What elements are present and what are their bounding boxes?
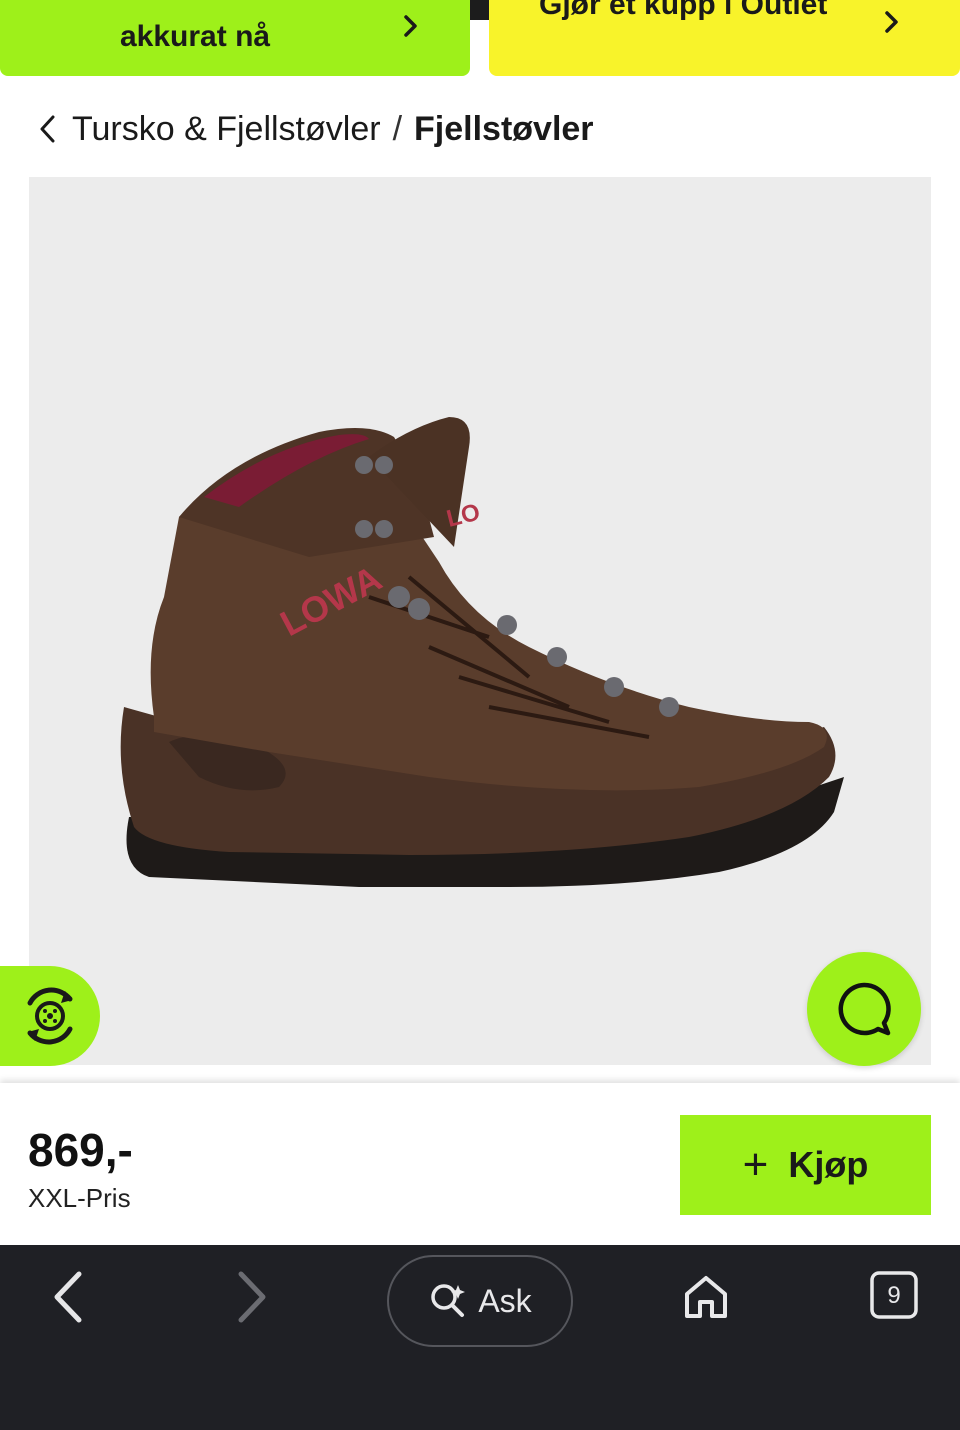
browser-tabs-button[interactable]: 9	[866, 1267, 922, 1323]
browser-toolbar: Ask 9	[0, 1245, 960, 1430]
recycle-tire-icon	[27, 987, 73, 1045]
browser-back-button[interactable]	[40, 1265, 96, 1329]
chevron-right-icon	[404, 15, 417, 37]
price-label: XXL-Pris	[28, 1183, 131, 1213]
chevron-right-icon	[885, 11, 898, 33]
recycle-badge-button[interactable]	[0, 966, 100, 1066]
promo-right-label: Gjør et kupp i Outlet	[539, 0, 828, 21]
product-image[interactable]: LOWA LO	[109, 347, 849, 907]
ask-label: Ask	[478, 1282, 532, 1319]
chevron-right-icon	[238, 1271, 266, 1323]
chevron-left-icon	[54, 1271, 82, 1323]
promo-banner-right[interactable]: Gjør et kupp i Outlet	[489, 0, 960, 76]
promo-banner-left[interactable]: akkurat nå	[0, 0, 470, 76]
breadcrumb-back-button[interactable]	[38, 114, 62, 144]
buy-button-label: Kjøp	[788, 1144, 869, 1185]
product-price: 869,-	[28, 1124, 133, 1176]
breadcrumb-parent-link[interactable]: Tursko & Fjellstøvler	[72, 110, 381, 149]
breadcrumb: Tursko & Fjellstøvler / Fjellstøvler	[38, 106, 594, 152]
breadcrumb-current: Fjellstøvler	[414, 109, 594, 148]
chat-bubble-icon	[838, 982, 891, 1036]
chevron-left-icon	[40, 115, 55, 143]
buy-button[interactable]: + Kjøp	[680, 1115, 931, 1215]
ask-button[interactable]: Ask	[387, 1255, 573, 1347]
tab-count: 9	[887, 1282, 900, 1309]
browser-forward-button[interactable]	[224, 1265, 280, 1329]
tabs-icon: 9	[870, 1271, 918, 1319]
chat-button[interactable]	[807, 952, 921, 1066]
search-sparkle-icon	[431, 1284, 466, 1317]
breadcrumb-separator: /	[392, 109, 403, 148]
product-gallery[interactable]: LOWA LO	[29, 177, 931, 1200]
home-icon	[685, 1276, 727, 1318]
promo-left-label: akkurat nå	[120, 20, 271, 53]
plus-icon: +	[742, 1140, 769, 1189]
purchase-bar: 869,- XXL-Pris + Kjøp	[0, 1083, 960, 1245]
browser-home-button[interactable]	[676, 1267, 736, 1327]
